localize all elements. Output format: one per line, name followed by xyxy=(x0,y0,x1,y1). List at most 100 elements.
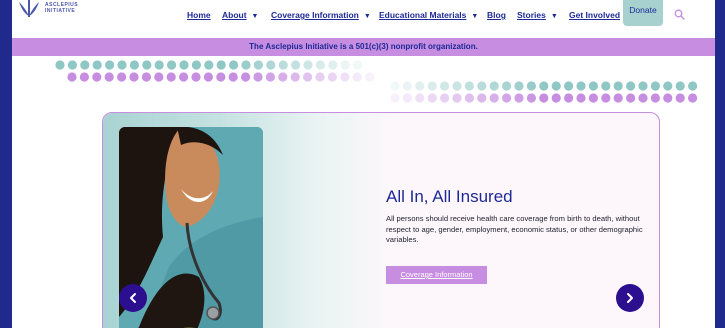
decorative-dot xyxy=(117,72,127,82)
decorative-dot xyxy=(402,81,412,91)
decorative-dot xyxy=(601,93,611,103)
nav-about[interactable]: About ▼ xyxy=(222,10,258,20)
decorative-dot xyxy=(464,93,474,103)
decorative-dot xyxy=(67,72,77,82)
decorative-dot xyxy=(104,72,114,82)
coverage-information-button[interactable]: Coverage Information xyxy=(386,266,487,284)
decorative-dot xyxy=(253,60,263,70)
decorative-dot xyxy=(601,81,611,91)
decorative-dot xyxy=(129,60,139,70)
decorative-dot xyxy=(92,60,102,70)
chevron-right-icon xyxy=(627,293,633,303)
caret-down-icon: ▼ xyxy=(471,13,479,20)
decorative-dot xyxy=(452,81,462,91)
decorative-dot xyxy=(352,72,362,82)
carousel-prev-button[interactable] xyxy=(119,284,147,312)
decorative-dot xyxy=(55,60,65,70)
nav-get-involved[interactable]: Get Involved xyxy=(569,10,620,20)
decorative-dot xyxy=(241,60,251,70)
decorative-dot xyxy=(650,93,661,103)
page: ASCLEPIUS INITIATIVE Home About ▼ Coverag… xyxy=(12,0,715,328)
decorative-dot xyxy=(179,60,189,70)
site-logo[interactable]: ASCLEPIUS INITIATIVE xyxy=(18,0,92,22)
nav-educational-materials[interactable]: Educational Materials ▼ xyxy=(379,10,478,20)
decorative-dot xyxy=(564,93,574,103)
decorative-dot xyxy=(514,93,524,103)
donate-button[interactable]: Donate xyxy=(623,0,663,26)
decorative-dot xyxy=(340,60,350,70)
nav-coverage-label: Coverage Information xyxy=(271,10,359,20)
decorative-dot xyxy=(266,60,276,70)
decorative-dot xyxy=(688,81,698,91)
chevron-left-icon xyxy=(130,293,136,303)
decorative-dot xyxy=(390,81,400,91)
nonprofit-banner: The Asclepius Initiative is a 501(c)(3) … xyxy=(12,38,715,56)
carousel-next-button[interactable] xyxy=(616,284,644,312)
decorative-dot xyxy=(663,93,673,103)
decorative-dot xyxy=(650,81,661,91)
decorative-dot xyxy=(166,72,176,82)
decorative-dot xyxy=(440,81,450,91)
decorative-dot xyxy=(167,60,177,70)
decorative-dot xyxy=(502,93,512,103)
decorative-dot xyxy=(688,93,698,103)
nav-home-label: Home xyxy=(187,10,211,20)
decorative-dot xyxy=(141,72,151,82)
nav-get-involved-label: Get Involved xyxy=(569,10,621,20)
decorative-dot xyxy=(402,93,412,103)
search-icon[interactable] xyxy=(674,9,685,20)
decorative-dot xyxy=(129,72,139,82)
caret-down-icon: ▼ xyxy=(251,13,259,20)
decorative-dot xyxy=(477,93,487,103)
decorative-dot xyxy=(117,60,127,70)
logo-text: ASCLEPIUS INITIATIVE xyxy=(45,2,78,14)
decorative-dot xyxy=(241,72,251,82)
decorative-dot xyxy=(204,60,214,70)
decorative-dot xyxy=(216,72,226,82)
decorative-dot xyxy=(526,93,537,103)
hero-slide: All In, All Insured All persons should r… xyxy=(102,112,660,328)
nav-home[interactable]: Home xyxy=(187,10,211,20)
nav-blog[interactable]: Blog xyxy=(487,10,506,20)
decorative-dot xyxy=(265,72,275,82)
decorative-dot xyxy=(315,72,325,82)
decorative-dot-pattern xyxy=(55,60,698,103)
decorative-dot xyxy=(526,81,537,91)
decorative-dot xyxy=(228,72,238,82)
decorative-dot xyxy=(675,81,685,91)
decorative-dot xyxy=(477,81,487,91)
decorative-dot xyxy=(191,60,201,70)
nav-stories[interactable]: Stories ▼ xyxy=(517,10,558,20)
hero-description: All persons should receive health care c… xyxy=(386,214,643,244)
decorative-dot xyxy=(613,93,623,103)
decorative-dot xyxy=(290,72,300,82)
decorative-dot xyxy=(675,93,685,103)
decorative-dot xyxy=(179,72,189,82)
decorative-dot xyxy=(427,81,437,91)
decorative-dot xyxy=(291,60,301,70)
decorative-dot xyxy=(564,81,574,91)
decorative-dot xyxy=(390,93,400,103)
decorative-dot xyxy=(588,93,599,103)
nav-coverage-information[interactable]: Coverage Information ▼ xyxy=(271,10,371,20)
decorative-dot xyxy=(464,81,474,91)
decorative-dot xyxy=(278,72,288,82)
decorative-dot xyxy=(626,93,636,103)
decorative-dot xyxy=(539,81,549,91)
decorative-dot xyxy=(154,72,164,82)
nav-stories-label: Stories xyxy=(517,10,546,20)
logo-icon xyxy=(19,0,39,17)
decorative-dot xyxy=(539,93,549,103)
decorative-dot xyxy=(576,81,586,91)
decorative-dot xyxy=(415,81,425,91)
decorative-dot xyxy=(340,72,350,82)
decorative-dot xyxy=(663,81,673,91)
decorative-dot xyxy=(415,93,425,103)
decorative-dot xyxy=(92,72,102,82)
decorative-dot xyxy=(440,93,450,103)
nav-blog-label: Blog xyxy=(487,10,506,20)
decorative-dot xyxy=(638,93,648,103)
caret-down-icon: ▼ xyxy=(363,13,371,20)
decorative-dot xyxy=(253,72,263,82)
caret-down-icon: ▼ xyxy=(550,13,558,20)
